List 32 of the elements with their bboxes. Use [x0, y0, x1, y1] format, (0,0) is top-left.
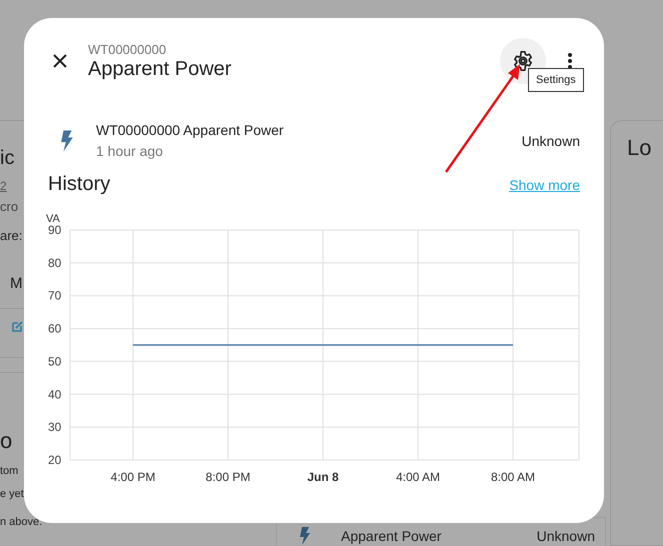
entity-state: Unknown — [522, 132, 580, 148]
entity-name: Apparent Power — [341, 528, 442, 544]
card-text: e yet. — [0, 488, 27, 500]
x-tick-label: 8:00 PM — [206, 470, 250, 484]
last-changed: 1 hour ago — [96, 143, 164, 159]
axis-unit: VA — [46, 213, 60, 225]
x-tick-label: 4:00 AM — [396, 470, 440, 484]
card-text: tom — [0, 465, 18, 477]
dialog-title: Apparent Power — [88, 58, 232, 80]
y-tick-label: 20 — [48, 453, 62, 467]
history-heading: History — [48, 173, 110, 196]
y-tick-label: 80 — [48, 256, 62, 270]
x-tick-label: Jun 8 — [307, 470, 339, 484]
entity-state: Unknown — [536, 528, 595, 544]
x-tick-label: 8:00 AM — [490, 470, 536, 484]
y-tick-label: 40 — [48, 387, 62, 402]
y-tick-label: 70 — [48, 288, 62, 303]
card-heading: ic — [0, 146, 14, 171]
card-heading: Lo — [627, 135, 652, 160]
card-text: are: — [0, 228, 22, 243]
y-tick-label: 60 — [48, 322, 62, 336]
y-tick-label: 50 — [48, 354, 62, 368]
dialog-subtitle: WT00000000 — [88, 42, 168, 56]
section-heading: o — [0, 428, 12, 454]
y-tick-label: 30 — [48, 420, 62, 434]
card-text: n above. — [0, 516, 42, 528]
card-text: cro — [0, 199, 18, 214]
entity-name: WT00000000 Apparent Power — [96, 122, 284, 138]
tooltip: Settings — [528, 68, 584, 92]
y-tick-label: 90 — [48, 223, 62, 237]
card-text: M — [10, 275, 22, 292]
x-tick-label: 4:00 PM — [110, 470, 156, 484]
